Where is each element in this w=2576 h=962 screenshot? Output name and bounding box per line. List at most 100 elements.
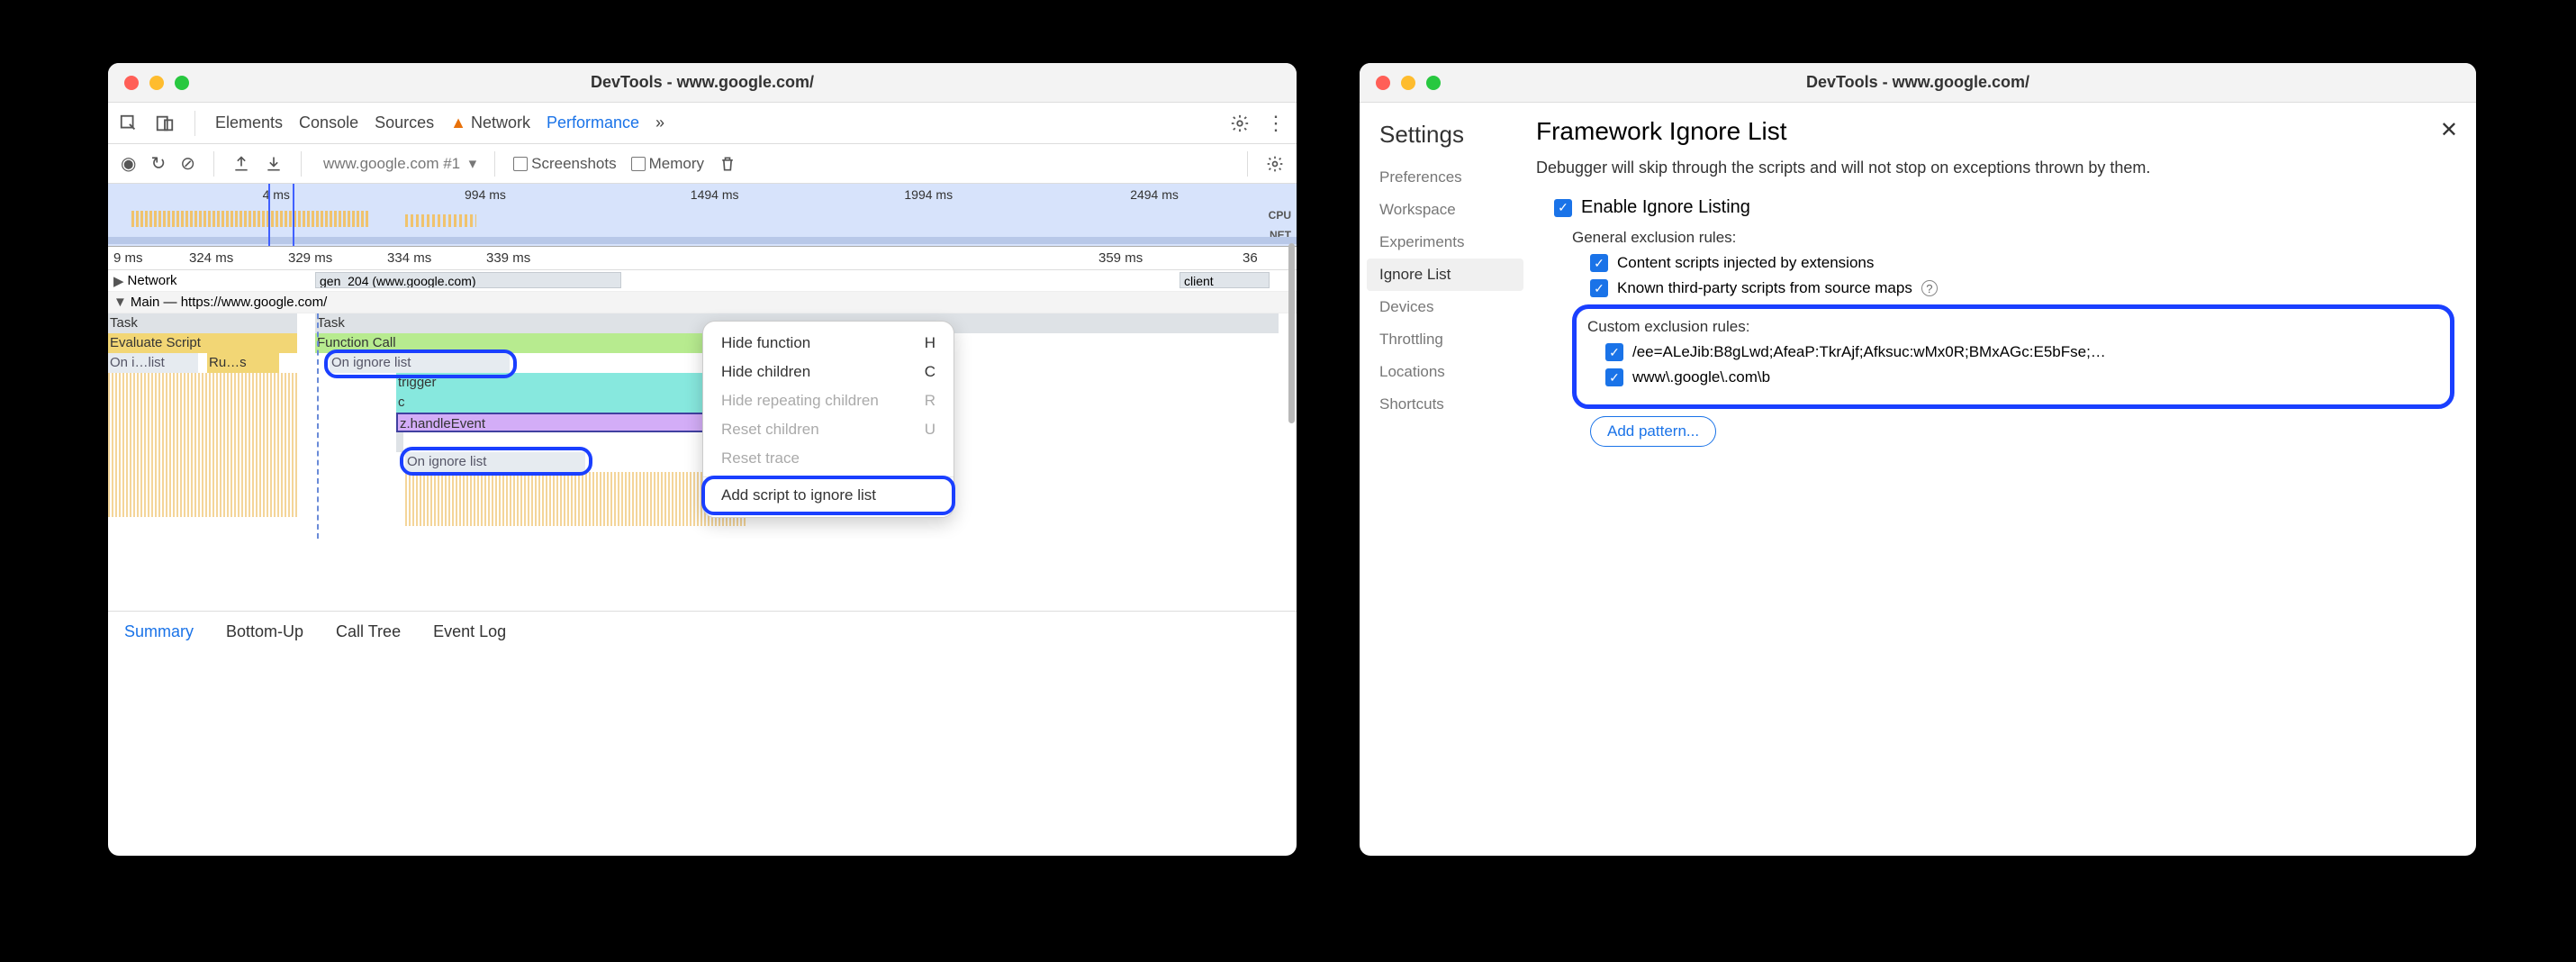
ruler-tick: 339 ms <box>486 250 530 266</box>
checkbox-checked-icon: ✓ <box>1590 279 1608 297</box>
flame-function-call[interactable]: Function Call <box>315 333 747 353</box>
enable-ignore-listing-checkbox[interactable]: ✓ Enable Ignore Listing <box>1554 197 2454 218</box>
close-window-button[interactable] <box>124 76 139 90</box>
flame-run[interactable]: Ru…s <box>207 353 279 373</box>
add-pattern-button[interactable]: Add pattern... <box>1590 416 1716 447</box>
checkbox-checked-icon: ✓ <box>1554 199 1572 217</box>
nav-locations[interactable]: Locations <box>1367 356 1523 388</box>
main-track-header[interactable]: ▼ Main — https://www.google.com/ <box>108 292 1297 313</box>
context-menu: Hide function H Hide children C Hide rep… <box>702 321 954 518</box>
rule-label: Content scripts injected by extensions <box>1617 254 1874 272</box>
screenshots-checkbox[interactable]: Screenshots <box>513 155 617 173</box>
overview-viewport-right[interactable] <box>293 184 294 246</box>
ctx-add-to-ignore-list[interactable]: Add script to ignore list <box>703 481 954 510</box>
custom-rule-1[interactable]: ✓ /ee=ALeJib:B8gLwd;AfeaP:TkrAjf;Afksuc:… <box>1605 343 2439 361</box>
minimize-window-button[interactable] <box>149 76 164 90</box>
vscrollbar[interactable] <box>1288 225 1297 676</box>
custom-rules-heading: Custom exclusion rules: <box>1587 318 2439 336</box>
overview-tick: 994 ms <box>465 187 506 202</box>
kebab-menu-icon[interactable]: ⋮ <box>1266 112 1286 135</box>
flame-ignore-list[interactable]: On ignore list <box>330 353 510 373</box>
more-tabs-button[interactable]: » <box>655 113 664 132</box>
nav-throttling[interactable]: Throttling <box>1367 323 1523 356</box>
screenshots-label: Screenshots <box>531 155 617 172</box>
tab-elements[interactable]: Elements <box>215 113 283 132</box>
tab-call-tree[interactable]: Call Tree <box>336 622 401 641</box>
flame-anon[interactable] <box>396 432 403 452</box>
expand-arrow-icon[interactable]: ▶ <box>113 273 124 289</box>
timeline-overview[interactable]: CPU NET 4 ms 994 ms 1494 ms 1994 ms 2494… <box>108 184 1297 247</box>
device-toggle-icon[interactable] <box>155 113 175 133</box>
tab-summary[interactable]: Summary <box>124 622 194 641</box>
nav-preferences[interactable]: Preferences <box>1367 161 1523 194</box>
rule-content-scripts[interactable]: ✓ Content scripts injected by extensions <box>1590 254 2454 272</box>
window-title: DevTools - www.google.com/ <box>108 73 1297 92</box>
memory-checkbox[interactable]: Memory <box>631 155 704 173</box>
network-entry[interactable]: client_ <box>1180 272 1270 288</box>
record-button[interactable]: ◉ <box>121 152 136 175</box>
rule-third-party-scripts[interactable]: ✓ Known third-party scripts from source … <box>1590 279 2454 297</box>
collect-garbage-icon[interactable] <box>719 155 737 173</box>
nav-devices[interactable]: Devices <box>1367 291 1523 323</box>
custom-rule-2[interactable]: ✓ www\.google\.com\b <box>1605 368 2439 386</box>
tab-sources[interactable]: Sources <box>375 113 434 132</box>
tab-network[interactable]: ▲ Network <box>450 113 530 132</box>
window-controls <box>108 76 189 90</box>
tab-event-log[interactable]: Event Log <box>433 622 506 641</box>
overview-tick: 1494 ms <box>691 187 739 202</box>
clear-button[interactable]: ⊘ <box>180 152 195 175</box>
tab-performance[interactable]: Performance <box>547 113 639 132</box>
ruler-tick: 9 ms <box>113 250 143 266</box>
close-window-button[interactable] <box>1376 76 1390 90</box>
recording-selector[interactable]: www.google.com #1 ▾ <box>323 155 476 173</box>
window-controls <box>1360 76 1441 90</box>
flame-ignore-list[interactable]: On i…list <box>108 353 198 373</box>
nav-experiments[interactable]: Experiments <box>1367 226 1523 259</box>
upload-icon[interactable] <box>232 155 250 173</box>
ctx-hide-function[interactable]: Hide function H <box>703 329 954 358</box>
vscroll-thumb[interactable] <box>1288 243 1295 423</box>
settings-main: ✕ Framework Ignore List Debugger will sk… <box>1531 103 2476 856</box>
maximize-window-button[interactable] <box>1426 76 1441 90</box>
titlebar[interactable]: DevTools - www.google.com/ <box>108 63 1297 103</box>
ctx-hide-children[interactable]: Hide children C <box>703 358 954 386</box>
flame-stripes <box>405 472 747 526</box>
overview-activity <box>405 214 476 227</box>
titlebar[interactable]: DevTools - www.google.com/ <box>1360 63 2476 103</box>
reload-record-button[interactable]: ↻ <box>150 152 166 175</box>
flame-evaluate[interactable]: Evaluate Script <box>108 333 297 353</box>
network-track-label: Network <box>128 273 177 288</box>
flame-ignore-list[interactable]: On ignore list <box>405 452 585 472</box>
download-icon[interactable] <box>265 155 283 173</box>
inspect-icon[interactable] <box>119 113 139 133</box>
divider <box>1247 151 1248 177</box>
ctx-reset-children: Reset children U <box>703 415 954 444</box>
ctx-label: Reset trace <box>721 449 800 467</box>
nav-shortcuts[interactable]: Shortcuts <box>1367 388 1523 421</box>
collapse-arrow-icon[interactable]: ▼ <box>113 295 127 310</box>
help-icon[interactable]: ? <box>1921 280 1938 296</box>
ctx-shortcut: R <box>925 392 935 410</box>
time-marker <box>317 313 319 539</box>
close-icon[interactable]: ✕ <box>2440 117 2458 143</box>
capture-settings-gear-icon[interactable] <box>1266 155 1284 173</box>
warning-icon: ▲ <box>450 113 466 132</box>
tab-bottom-up[interactable]: Bottom-Up <box>226 622 303 641</box>
network-track-header[interactable]: ▶ Network gen_204 (www.google.com) clien… <box>108 270 1297 292</box>
enable-ignore-label: Enable Ignore Listing <box>1581 197 1750 218</box>
window-title: DevTools - www.google.com/ <box>1360 73 2476 92</box>
overview-viewport-left[interactable] <box>268 184 270 246</box>
settings-gear-icon[interactable] <box>1230 113 1250 133</box>
network-entry[interactable]: gen_204 (www.google.com) <box>315 272 621 288</box>
maximize-window-button[interactable] <box>175 76 189 90</box>
ctx-hide-repeating: Hide repeating children R <box>703 386 954 415</box>
minimize-window-button[interactable] <box>1401 76 1415 90</box>
spacer <box>108 539 1297 611</box>
nav-ignore-list[interactable]: Ignore List <box>1367 259 1523 291</box>
general-rules-heading: General exclusion rules: <box>1572 229 2454 247</box>
flame-task[interactable]: Task <box>108 313 297 333</box>
nav-workspace[interactable]: Workspace <box>1367 194 1523 226</box>
ruler-tick: 334 ms <box>387 250 431 266</box>
page-description: Debugger will skip through the scripts a… <box>1536 157 2166 179</box>
tab-console[interactable]: Console <box>299 113 358 132</box>
